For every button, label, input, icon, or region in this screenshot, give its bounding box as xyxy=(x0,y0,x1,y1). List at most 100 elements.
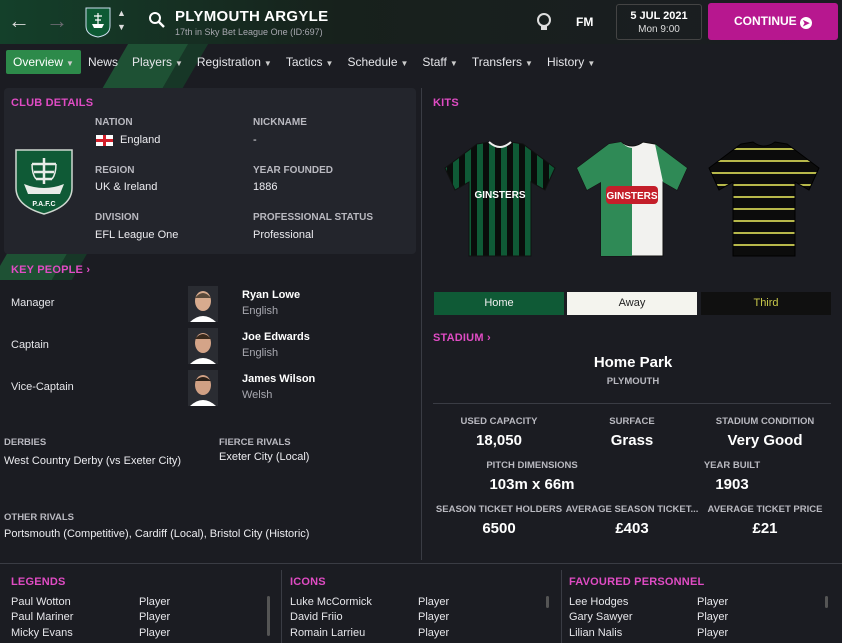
tab-tactics[interactable]: Tactics ▼ xyxy=(279,50,341,74)
list-item-role: Player xyxy=(139,611,171,623)
date-display[interactable]: 5 JUL 2021 Mon 9:00 xyxy=(616,4,702,40)
chevron-up-icon[interactable]: ▲ xyxy=(117,8,126,18)
continue-button[interactable]: CONTINUE ➤ xyxy=(708,3,838,40)
manager-name[interactable]: Ryan Lowe xyxy=(242,289,300,301)
region-label: REGION xyxy=(95,165,135,176)
home-kit-sponsor: GINSTERS xyxy=(474,190,525,201)
avg-season-ticket-label: AVERAGE SEASON TICKET... xyxy=(565,504,699,515)
tab-registration[interactable]: Registration ▼ xyxy=(190,50,279,74)
other-rivals-label: OTHER RIVALS xyxy=(4,512,75,523)
stadium-name[interactable]: Home Park xyxy=(533,354,733,371)
tab-staff[interactable]: Staff ▼ xyxy=(415,50,464,74)
back-arrow-icon[interactable]: ← xyxy=(8,8,30,34)
chevron-down-icon: ▼ xyxy=(325,59,334,68)
avg-ticket-price-label: AVERAGE TICKET PRICE xyxy=(707,504,823,515)
club-details-title: CLUB DETAILS xyxy=(11,97,94,109)
continue-label: CONTINUE xyxy=(733,14,797,28)
year-built-value: 1903 xyxy=(715,476,749,493)
vice-captain-name[interactable]: James Wilson xyxy=(242,373,315,385)
column-divider xyxy=(421,88,422,560)
tab-transfers[interactable]: Transfers ▼ xyxy=(465,50,540,74)
tab-label: Staff xyxy=(422,55,447,69)
list-item[interactable]: Paul Wotton xyxy=(11,596,71,608)
tab-label: Registration xyxy=(196,55,261,69)
fierce-rivals-label: FIERCE RIVALS xyxy=(219,437,291,448)
tab-overview[interactable]: Overview ▼ xyxy=(6,50,81,74)
year-founded-value: 1886 xyxy=(253,181,278,193)
avg-season-ticket-value: £403 xyxy=(615,520,649,537)
tab-bar: Overview ▼ News Players ▼ Registration ▼ Ta… xyxy=(6,50,602,74)
list-item[interactable]: Gary Sawyer xyxy=(569,611,633,623)
icons-scrollbar[interactable] xyxy=(546,596,549,608)
third-kit-image[interactable] xyxy=(705,140,823,258)
forward-arrow-icon[interactable]: → xyxy=(46,8,68,34)
nickname-label: NICKNAME xyxy=(253,117,307,128)
list-item-role: Player xyxy=(139,596,171,608)
england-flag-icon xyxy=(96,135,113,146)
list-item[interactable]: Micky Evans xyxy=(11,627,73,639)
chevron-down-icon[interactable]: ▼ xyxy=(117,22,126,32)
list-item[interactable]: Lee Hodges xyxy=(569,596,628,608)
captain-photo[interactable] xyxy=(188,328,218,364)
fierce-rivals-value[interactable]: Exeter City (Local) xyxy=(219,451,309,463)
tab-history[interactable]: History ▼ xyxy=(540,50,602,74)
home-kit-button[interactable]: Home xyxy=(434,292,564,315)
third-kit-button[interactable]: Third xyxy=(701,292,831,315)
away-kit-button[interactable]: Away xyxy=(567,292,697,315)
chevron-down-icon: ▼ xyxy=(449,59,458,68)
list-item[interactable]: Paul Mariner xyxy=(11,611,73,623)
manager-photo[interactable] xyxy=(188,286,218,322)
day-time-text: Mon 9:00 xyxy=(638,24,680,35)
legends-scrollbar[interactable] xyxy=(267,596,270,636)
stadium-divider xyxy=(433,403,831,404)
vice-captain-role: Vice-Captain xyxy=(11,381,74,393)
search-icon[interactable] xyxy=(148,11,166,29)
chevron-down-icon: ▼ xyxy=(66,59,74,68)
pitch-dimensions-label: PITCH DIMENSIONS xyxy=(486,460,578,471)
tab-label: Overview xyxy=(13,55,64,69)
vice-captain-photo[interactable] xyxy=(188,370,218,406)
stadium-city: PLYMOUTH xyxy=(606,376,660,387)
list-item-role: Player xyxy=(697,611,729,623)
trophy-icon[interactable] xyxy=(535,12,553,32)
key-people-title[interactable]: KEY PEOPLE › xyxy=(11,264,90,276)
key-people-title-text: KEY PEOPLE xyxy=(11,264,84,276)
tab-players[interactable]: Players ▼ xyxy=(125,50,190,74)
other-rivals-value[interactable]: Portsmouth (Competitive), Cardiff (Local… xyxy=(4,528,309,540)
list-item-role: Player xyxy=(697,596,729,608)
list-item-role: Player xyxy=(418,627,450,639)
home-kit-image[interactable]: GINSTERS xyxy=(441,140,559,258)
list-item[interactable]: David Friio xyxy=(290,611,343,623)
list-item[interactable]: Romain Larrieu xyxy=(290,627,365,639)
away-kit-sponsor: GINSTERS xyxy=(606,191,657,202)
derbies-value[interactable]: West Country Derby (vs Exeter City) xyxy=(4,455,181,467)
list-divider-2 xyxy=(561,570,562,643)
captain-name[interactable]: Joe Edwards xyxy=(242,331,310,343)
legends-title: LEGENDS xyxy=(11,576,66,588)
list-item-role: Player xyxy=(418,611,450,623)
kits-title: KITS xyxy=(433,97,459,109)
chevron-down-icon: ▼ xyxy=(263,59,272,68)
chevron-right-icon: › xyxy=(86,264,91,276)
tab-news[interactable]: News xyxy=(81,50,125,74)
division-value[interactable]: EFL League One xyxy=(95,229,178,241)
tab-label: Transfers xyxy=(471,55,523,69)
tab-schedule[interactable]: Schedule ▼ xyxy=(340,50,415,74)
nation-value[interactable]: England xyxy=(120,134,160,146)
away-kit-image[interactable]: GINSTERS xyxy=(573,140,691,258)
favoured-scrollbar[interactable] xyxy=(825,596,828,608)
derbies-label: DERBIES xyxy=(4,437,47,448)
list-item-role: Player xyxy=(418,596,450,608)
captain-nationality: English xyxy=(242,347,279,359)
badge-text: P.A.F.C xyxy=(32,201,55,208)
stadium-title[interactable]: STADIUM › xyxy=(433,332,491,344)
list-item[interactable]: Luke McCormick xyxy=(290,596,372,608)
region-value: UK & Ireland xyxy=(95,181,158,193)
condition-value: Very Good xyxy=(727,432,803,449)
season-holders-value: 6500 xyxy=(482,520,516,537)
list-divider-1 xyxy=(281,570,282,643)
tab-label: Players xyxy=(131,55,172,69)
list-item[interactable]: Lilian Nalis xyxy=(569,627,622,639)
club-badge-small-icon[interactable] xyxy=(84,6,112,38)
fm-menu-button[interactable]: FM xyxy=(576,15,593,29)
